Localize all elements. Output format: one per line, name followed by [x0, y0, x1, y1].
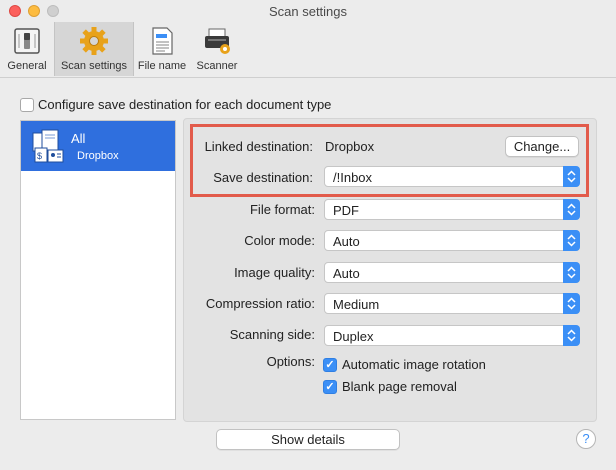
file-format-label: File format:	[249, 202, 315, 217]
configure-checkbox-label: Configure save destination for each docu…	[38, 97, 332, 112]
tab-file-name-label: File name	[137, 60, 187, 72]
tab-file-name[interactable]: File name	[134, 22, 190, 76]
compression-ratio-value: Medium	[333, 297, 380, 312]
compression-ratio-label: Compression ratio:	[205, 296, 315, 311]
blank-page-removal-label: Blank page removal	[342, 379, 457, 394]
scanning-side-label: Scanning side:	[229, 327, 315, 342]
file-format-value: PDF	[333, 203, 359, 218]
configure-checkbox[interactable]	[20, 98, 34, 112]
scanning-side-value: Duplex	[333, 329, 374, 344]
compression-ratio-popup[interactable]: Medium	[324, 293, 580, 314]
image-quality-value: Auto	[333, 266, 360, 281]
scanning-side-popup[interactable]: Duplex	[324, 325, 580, 346]
documents-icon: $	[32, 129, 64, 163]
chevron-updown-icon	[563, 230, 580, 251]
gear-icon	[80, 27, 108, 55]
toolbar: General Scan settings File name Scanner	[0, 22, 616, 78]
tab-general[interactable]: General	[0, 22, 54, 76]
color-mode-popup[interactable]: Auto	[324, 230, 580, 251]
switch-icon	[14, 28, 40, 54]
list-item-title: All	[71, 131, 86, 146]
file-format-popup[interactable]: PDF	[324, 199, 580, 220]
document-icon	[152, 27, 173, 55]
image-quality-popup[interactable]: Auto	[324, 262, 580, 283]
svg-text:$: $	[37, 151, 42, 161]
tab-scanner[interactable]: Scanner	[190, 22, 244, 76]
tab-general-label: General	[7, 60, 47, 72]
chevron-updown-icon	[563, 293, 580, 314]
auto-rotation-label: Automatic image rotation	[342, 357, 486, 372]
window-title: Scan settings	[268, 4, 348, 19]
chevron-updown-icon	[563, 199, 580, 220]
color-mode-label: Color mode:	[244, 233, 315, 248]
options-label: Options:	[266, 354, 315, 369]
tab-scan-settings[interactable]: Scan settings	[54, 22, 134, 76]
chevron-updown-icon	[563, 262, 580, 283]
show-details-button[interactable]: Show details	[216, 429, 400, 450]
image-quality-label: Image quality:	[234, 265, 315, 280]
chevron-updown-icon	[563, 325, 580, 346]
blank-page-removal-checkbox[interactable]: ✓	[323, 380, 337, 394]
scanner-icon	[205, 28, 230, 54]
color-mode-value: Auto	[333, 234, 360, 249]
help-button[interactable]: ?	[576, 429, 596, 449]
highlight-frame	[190, 124, 589, 197]
tab-scanner-label: Scanner	[196, 60, 238, 72]
title-bar: Scan settings	[0, 0, 616, 22]
tab-scan-settings-label: Scan settings	[60, 60, 128, 72]
auto-rotation-checkbox[interactable]: ✓	[323, 358, 337, 372]
